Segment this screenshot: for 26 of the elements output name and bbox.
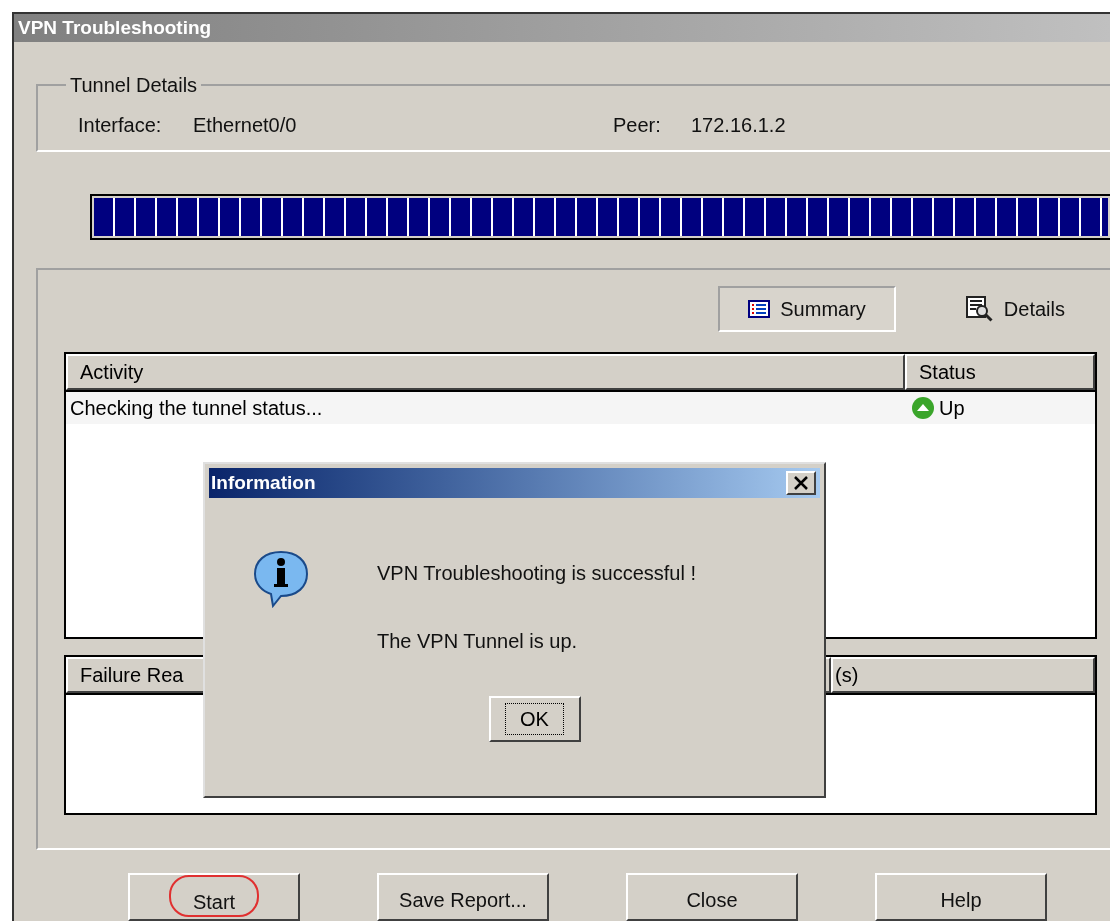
group-title: Tunnel Details [69,73,199,98]
view-tab[interactable]: Summary [718,286,896,332]
dialog-button[interactable]: Save Report... [377,873,549,921]
interface-label: Interface: [78,113,163,138]
message-text: VPN Troubleshooting is successful ! [377,561,697,586]
view-tab[interactable]: Details [935,286,1095,332]
table-row[interactable]: Checking the tunnel status... Up [66,392,1095,424]
dialog-button[interactable]: Help [875,873,1047,921]
message-text: The VPN Tunnel is up. [377,629,579,654]
column-header: Activity [66,354,905,390]
dialog-button[interactable]: Start [128,873,300,921]
peer-value: 172.16.1.2 [691,113,786,138]
status-text: Up [939,396,965,421]
magnifier-document-icon [965,296,994,322]
close-button[interactable] [786,471,816,495]
list-icon [748,300,771,318]
dialog-title: Information [211,470,316,495]
peer-label: Peer: [613,113,662,138]
interface-value: Ethernet0/0 [193,113,298,138]
table-cell-text: Checking the tunnel status... [69,396,324,421]
window-title: VPN Troubleshooting [14,14,1110,42]
dialog-button[interactable]: Close [626,873,798,921]
column-header: (s) [831,657,1095,693]
column-header: Status [905,354,1095,390]
ok-button[interactable]: OK [488,696,581,742]
close-icon [794,476,808,490]
